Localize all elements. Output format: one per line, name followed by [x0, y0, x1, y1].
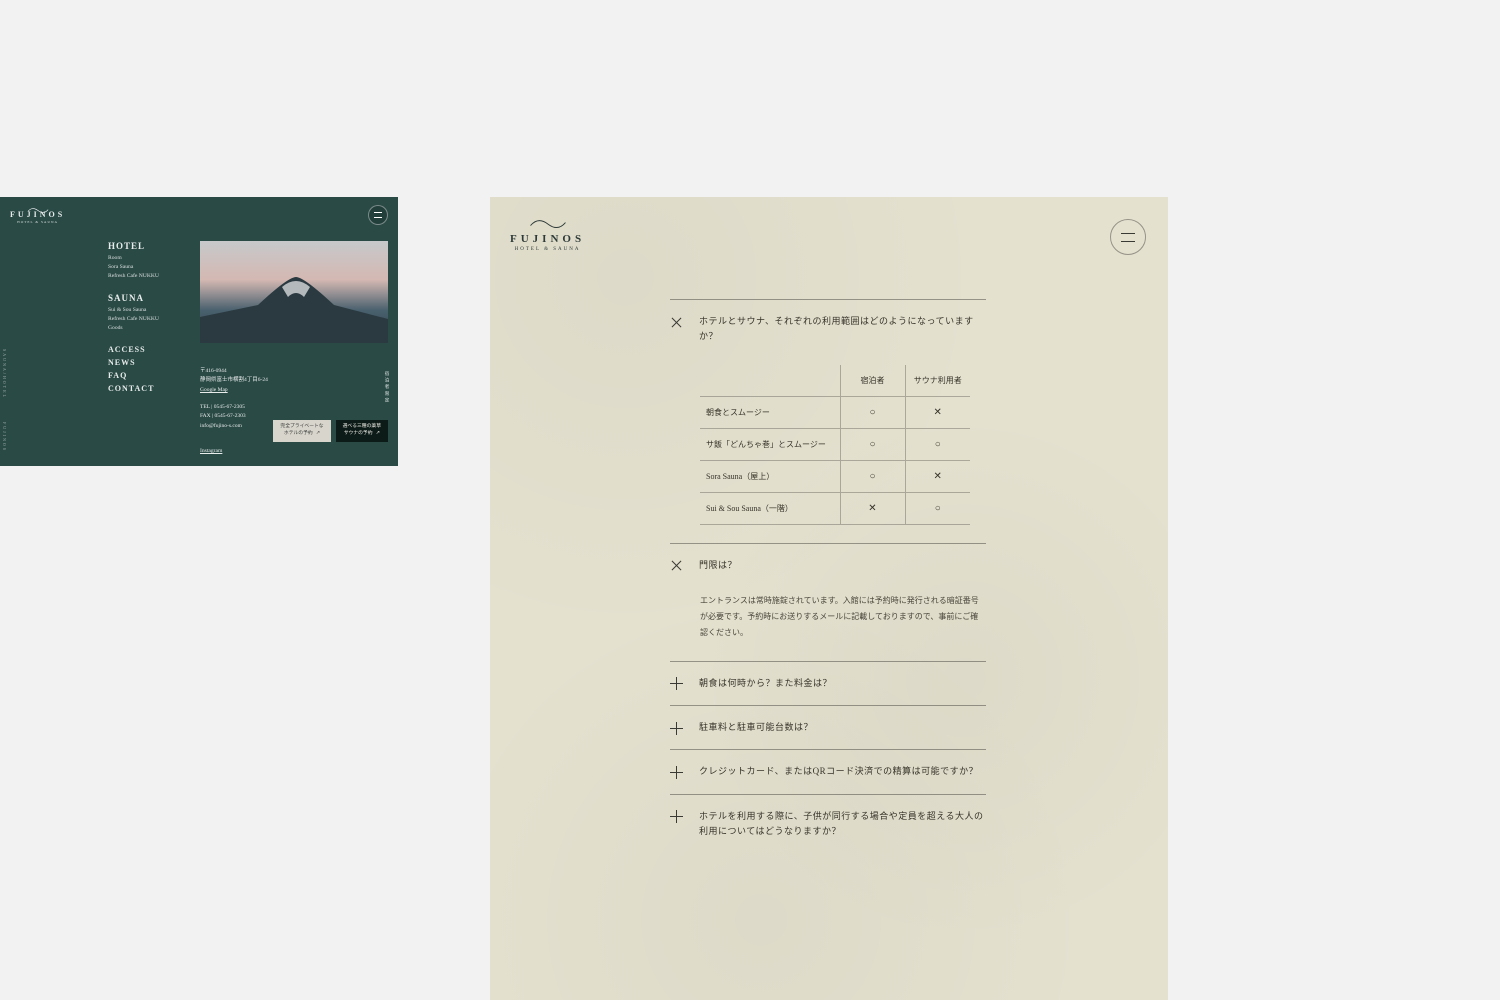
menu-link-refresh-cafe-2[interactable]: Refresh Cafe NUKKU — [108, 316, 182, 322]
brand-tagline: HOTEL & SAUNA — [515, 247, 581, 252]
faq-page-card: FUJINOS HOTEL & SAUNA ホテルとサウナ、それぞれの利用範囲は… — [490, 197, 1168, 1000]
google-map-link[interactable]: Google Map — [200, 386, 388, 395]
hero-image — [200, 241, 388, 343]
table-cell-mark — [840, 428, 905, 460]
expand-icon[interactable] — [670, 721, 683, 734]
faq-answer-text: エントランスは常時施錠されています。入館には予約時に発行される暗証番号が必要です… — [670, 587, 986, 661]
circle-icon — [935, 439, 941, 450]
menu-link-refresh-cafe[interactable]: Refresh Cafe NUKKU — [108, 273, 182, 279]
side-label-top: SAUNA/HOTEL — [2, 349, 7, 399]
faq-item-curfew: 門限は？ — [670, 543, 986, 587]
table-row: サ飯「どんちゃ巻」とスムージー — [700, 428, 970, 460]
table-header-sauna: サウナ利用者 — [905, 365, 970, 397]
reserve-sauna-button[interactable]: 選べる三種の薬草 サウナの予約 ↗ — [336, 420, 388, 442]
table-cell-mark — [905, 396, 970, 428]
reserve-hotel-button[interactable]: 完全プライベートな ホテルの予約 ↗ — [273, 420, 330, 442]
menu-link-goods[interactable]: Goods — [108, 325, 182, 331]
circle-icon — [869, 407, 875, 418]
nav-contact[interactable]: CONTACT — [108, 384, 182, 393]
menu-heading-hotel: HOTEL — [108, 241, 182, 251]
expand-icon[interactable] — [670, 677, 683, 690]
table-cell-mark — [840, 460, 905, 492]
brand-logo[interactable]: FUJINOS HOTEL & SAUNA — [510, 217, 585, 252]
side-label-bottom: FUJINOS — [2, 422, 7, 452]
brand-name: FUJINOS — [10, 210, 65, 219]
external-link-icon: ↗ — [316, 431, 320, 436]
table-row: Sui & Sou Sauna（一階） — [700, 492, 970, 524]
menu-link-sora-sauna[interactable]: Sora Sauna — [108, 264, 182, 270]
menu-link-room[interactable]: Room — [108, 255, 182, 261]
nav-access[interactable]: ACCESS — [108, 345, 182, 354]
table-cell-mark — [905, 460, 970, 492]
brand-logo[interactable]: FUJINOS HOTEL & SAUNA — [10, 201, 65, 224]
address-tel: TEL | 0545-67-2305 — [200, 403, 388, 412]
nav-faq[interactable]: FAQ — [108, 371, 182, 380]
reserve-hotel-line1: 完全プライベートな — [280, 424, 323, 429]
table-cell-label: Sora Sauna（屋上） — [700, 460, 840, 492]
faq-question-text: クレジットカード、またはQRコード決済での精算は可能ですか？ — [699, 764, 986, 779]
instagram-link[interactable]: Instagram — [200, 448, 222, 454]
faq-item-usage-scope: ホテルとサウナ、それぞれの利用範囲はどのようになっていますか？ — [670, 299, 986, 359]
table-cell-mark — [840, 492, 905, 524]
reserve-sauna-line2: サウナの予約 — [344, 431, 373, 436]
table-cell-label: 朝食とスムージー — [700, 396, 840, 428]
table-cell-mark — [905, 492, 970, 524]
table-cell-label: Sui & Sou Sauna（一階） — [700, 492, 840, 524]
expand-icon[interactable] — [670, 765, 683, 778]
cross-icon — [934, 471, 942, 482]
brand-tagline: HOTEL & SAUNA — [17, 220, 58, 224]
table-cell-mark — [905, 428, 970, 460]
nav-news[interactable]: NEWS — [108, 358, 182, 367]
faq-question-text: ホテルとサウナ、それぞれの利用範囲はどのようになっていますか？ — [699, 314, 986, 345]
table-header-empty — [700, 365, 840, 397]
faq-question-text: 門限は？ — [699, 558, 986, 573]
faq-question-text: 駐車料と駐車可能台数は？ — [699, 720, 986, 735]
usage-scope-table: 宿泊者 サウナ利用者 朝食とスムージーサ飯「どんちゃ巻」とスムージーSora S… — [700, 365, 970, 525]
collapse-icon[interactable] — [670, 315, 683, 328]
menu-site-card: FUJINOS HOTEL & SAUNA SAUNA/HOTEL FUJINO… — [0, 197, 398, 466]
menu-heading-sauna: SAUNA — [108, 293, 182, 303]
faq-question-text: 朝食は何時から？また料金は？ — [699, 676, 986, 691]
cross-icon — [868, 503, 876, 514]
reserve-sauna-line1: 選べる三種の薬草 — [343, 424, 381, 429]
table-header-guest: 宿泊者 — [840, 365, 905, 397]
faq-item-parking: 駐車料と駐車可能台数は？ — [670, 705, 986, 749]
circle-icon — [869, 471, 875, 482]
circle-icon — [869, 439, 875, 450]
cross-icon — [934, 407, 942, 418]
menu-toggle-button[interactable] — [1110, 219, 1146, 255]
external-link-icon: ↗ — [376, 431, 380, 436]
table-cell-mark — [840, 396, 905, 428]
faq-question-text: ホテルを利用する際に、子供が同行する場合や定員を超える大人の利用についてはどうな… — [699, 809, 986, 840]
faq-item-breakfast: 朝食は何時から？また料金は？ — [670, 661, 986, 705]
table-cell-label: サ飯「どんちゃ巻」とスムージー — [700, 428, 840, 460]
faq-item-payment: クレジットカード、またはQRコード決済での精算は可能ですか？ — [670, 749, 986, 793]
menu-toggle-button[interactable] — [368, 205, 388, 225]
faq-item-children-capacity: ホテルを利用する際に、子供が同行する場合や定員を超える大人の利用についてはどうな… — [670, 794, 986, 854]
address-line: 静岡県富士市横割4丁目6-24 — [200, 376, 388, 385]
expand-icon[interactable] — [670, 810, 683, 823]
table-row: Sora Sauna（屋上） — [700, 460, 970, 492]
address-postal: 〒416-0944 — [200, 367, 388, 376]
brand-name: FUJINOS — [510, 233, 585, 245]
reserve-hotel-line2: ホテルの予約 — [284, 431, 313, 436]
circle-icon — [935, 503, 941, 514]
collapse-icon[interactable] — [670, 559, 683, 572]
table-row: 朝食とスムージー — [700, 396, 970, 428]
brand-mark-icon — [529, 217, 567, 230]
brand-mark-icon — [27, 201, 49, 208]
menu-link-sui-sou-sauna[interactable]: Sui & Sou Sauna — [108, 307, 182, 313]
